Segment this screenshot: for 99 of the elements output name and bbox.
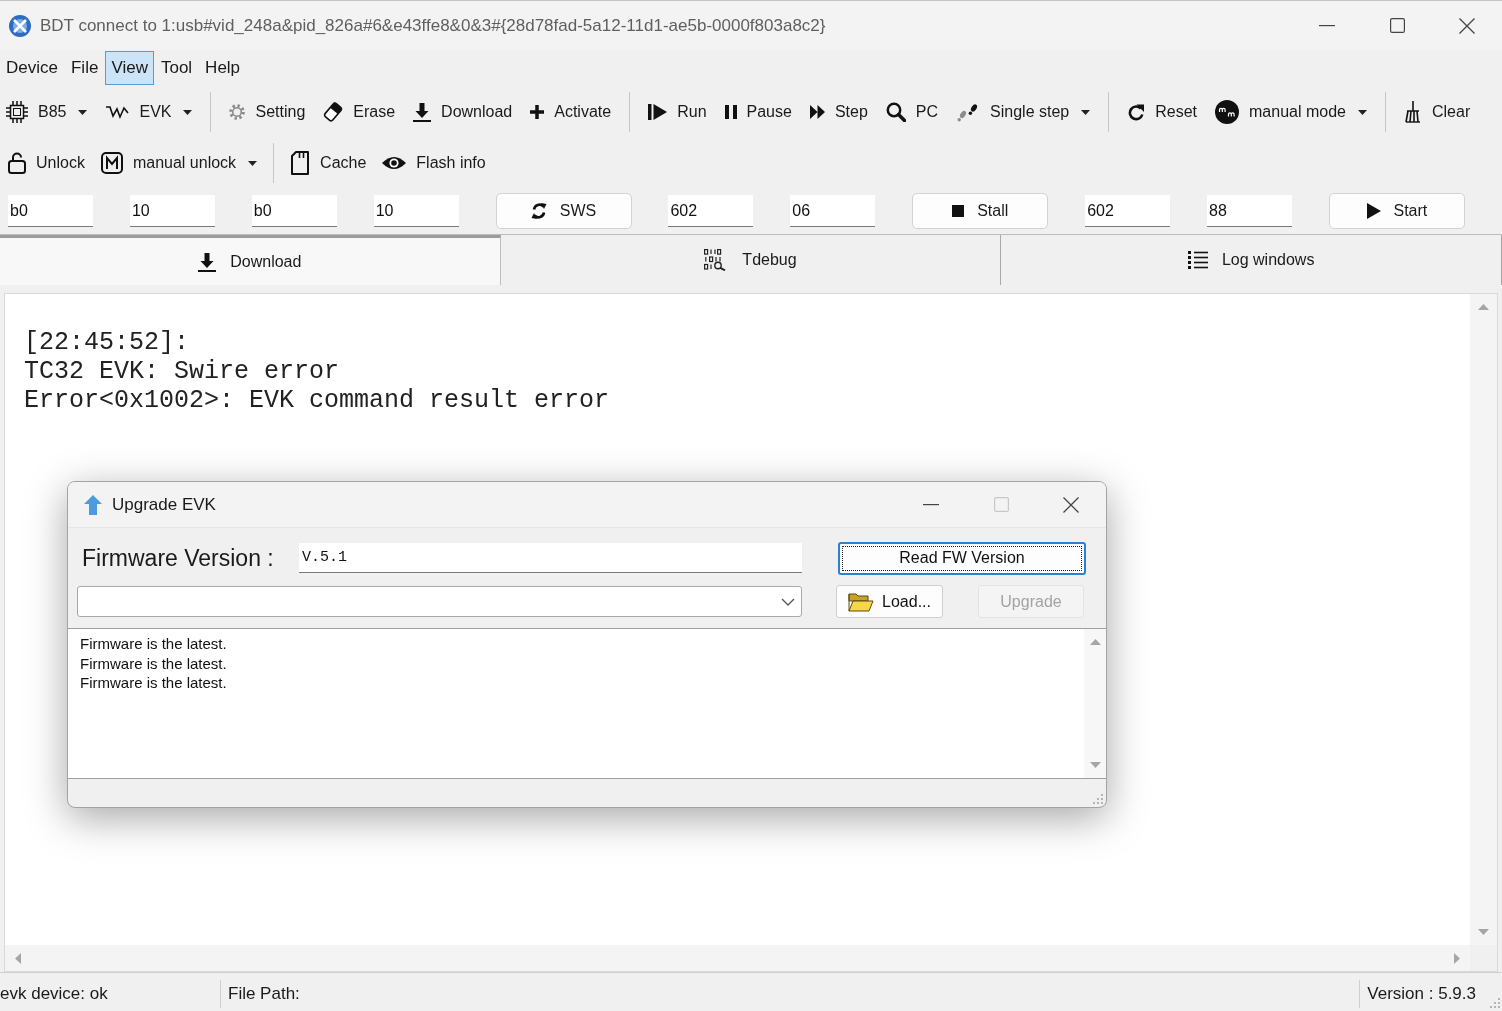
erase-button[interactable]: Erase (319, 92, 400, 132)
zigzag-wave-icon (105, 104, 130, 120)
scroll-left-icon (15, 952, 21, 964)
evk-dropdown[interactable]: EVK (101, 92, 197, 132)
scroll-up-icon (1089, 639, 1101, 645)
download-button[interactable]: Download (409, 92, 517, 132)
pause-icon (724, 105, 737, 119)
open-folder-icon (848, 591, 875, 612)
status-text: File Path: (228, 982, 300, 1005)
broom-icon (1404, 101, 1422, 123)
stall-button[interactable]: Stall (912, 193, 1049, 229)
close-icon (1063, 496, 1079, 513)
gear-icon (229, 104, 246, 120)
activate-button[interactable]: Activate (526, 92, 616, 132)
chip-icon (6, 101, 28, 123)
clear-button[interactable]: Clear (1400, 92, 1475, 132)
file-combo-box[interactable] (77, 586, 802, 617)
log-line: TC32 EVK: Swire error (24, 357, 340, 386)
disc-icon (1215, 100, 1240, 124)
run-button[interactable]: Run (644, 92, 711, 132)
plus-icon (530, 105, 545, 119)
redo-arrow-icon (1127, 103, 1146, 121)
start-button[interactable]: Start (1328, 193, 1465, 229)
menu-item[interactable]: View (105, 51, 154, 85)
dialog-title: Upgrade EVK (112, 493, 216, 516)
vertical-scrollbar[interactable] (1470, 294, 1497, 945)
register-field[interactable]: 06 (790, 195, 876, 227)
caret-icon (1081, 109, 1091, 115)
minimize-icon (923, 503, 939, 506)
sd-card-icon (290, 151, 311, 175)
resize-grip-icon (1490, 998, 1500, 1008)
message-line: Firmware is the latest. (80, 634, 227, 654)
maximize-icon (993, 497, 1009, 512)
unlock-mode-dropdown[interactable]: manual unlock (96, 143, 262, 183)
status-text: evk device: ok (0, 982, 108, 1005)
single-step-dropdown[interactable]: Single step (952, 92, 1095, 132)
register-field[interactable]: b0 (251, 195, 337, 227)
register-field[interactable]: 88 (1207, 195, 1292, 227)
pause-button[interactable]: Pause (720, 92, 796, 132)
unlock-button[interactable]: Unlock (4, 143, 89, 183)
register-field[interactable]: 10 (129, 195, 215, 227)
menu-item[interactable]: Help (199, 51, 247, 85)
firmware-version-field[interactable]: V.5.1 (299, 543, 802, 573)
padlock-icon (8, 152, 26, 174)
menu-item[interactable]: Device (0, 51, 64, 85)
menu-item[interactable]: File (64, 51, 105, 85)
caret-icon (1358, 109, 1367, 115)
firmware-version-label: Firmware Version : (82, 543, 275, 573)
scroll-up-icon (1478, 304, 1489, 310)
message-line: Firmware is the latest. (80, 653, 227, 673)
scroll-right-icon (1454, 952, 1460, 964)
fast-forward-icon (809, 105, 825, 119)
mode-dropdown[interactable]: manual mode (1211, 92, 1371, 132)
chip-dropdown[interactable]: B85 (2, 92, 92, 132)
scrollbar-corner (1470, 945, 1497, 971)
sws-button[interactable]: SWS (495, 193, 632, 229)
scroll-down-icon (1089, 762, 1101, 768)
register-field[interactable]: 602 (668, 195, 754, 227)
play-icon (1366, 203, 1381, 219)
refresh-icon (530, 202, 547, 220)
list-icon (1187, 251, 1208, 269)
load-button[interactable]: Load... (836, 585, 943, 618)
up-arrow-icon (84, 494, 102, 515)
cache-button[interactable]: Cache (286, 143, 371, 183)
horizontal-scrollbar[interactable] (5, 945, 1470, 971)
search-icon (885, 102, 906, 122)
register-field[interactable]: 10 (373, 195, 459, 227)
download-tab[interactable]: Download (0, 235, 501, 285)
chevron-down-icon (781, 597, 795, 606)
caret-icon (78, 109, 88, 115)
play-bar-icon (648, 103, 668, 121)
caret-icon (248, 160, 258, 166)
scroll-down-icon (1478, 929, 1489, 935)
register-field[interactable]: 602 (1085, 195, 1171, 227)
register-field[interactable]: b0 (8, 195, 93, 227)
eye-icon (382, 155, 407, 171)
download-icon (413, 102, 432, 122)
status-text: Version : 5.9.3 (1367, 982, 1476, 1005)
read-fw-version-button[interactable]: Read FW Version (838, 541, 1086, 575)
message-line: Firmware is the latest. (80, 673, 227, 693)
close-icon (1459, 17, 1475, 34)
m-square-icon (100, 152, 123, 174)
vertical-scrollbar[interactable] (1084, 629, 1106, 778)
maximize-icon (1389, 18, 1405, 33)
pc-button[interactable]: PC (881, 92, 943, 132)
log-line: Error<0x1002>: EVK command result error (24, 386, 610, 415)
setting-button[interactable]: Setting (225, 92, 310, 132)
resize-grip-icon (1093, 794, 1103, 804)
stop-square-icon (952, 205, 965, 217)
flash-info-button[interactable]: Flash info (378, 143, 490, 183)
caret-icon (183, 109, 193, 115)
log-line: [22:45:52]: (24, 328, 190, 357)
menu-item[interactable]: Tool (154, 51, 199, 85)
download-icon (198, 251, 217, 272)
step-button[interactable]: Step (805, 92, 872, 132)
app-logo-icon (9, 14, 31, 37)
window-title: BDT connect to 1:usb#vid_248a&pid_826a#6&e43ffe8&0&3#{28d78fad-5a12-11d1-ae5b-0000f803a8c2} (40, 14, 826, 37)
reset-button[interactable]: Reset (1123, 92, 1202, 132)
minimize-icon (1319, 24, 1335, 27)
